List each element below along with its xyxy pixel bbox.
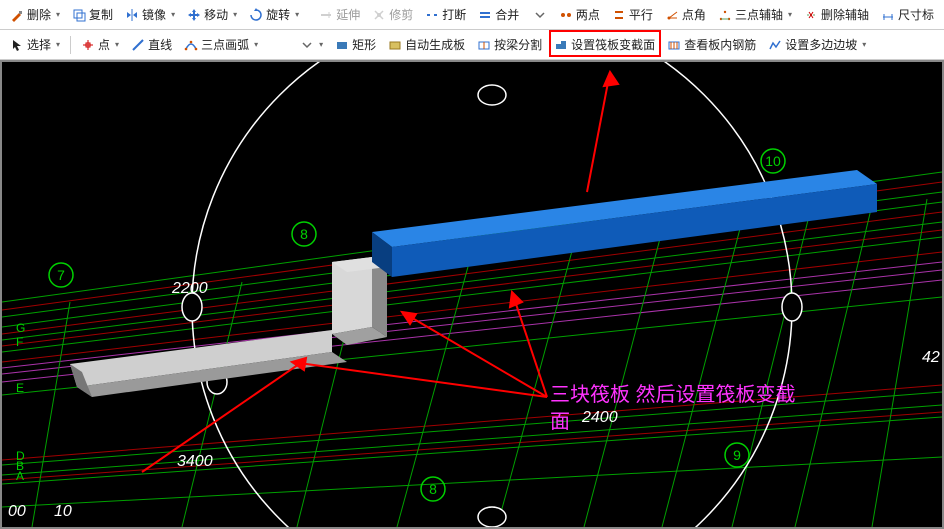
- toolbar-label: 修剪: [389, 6, 413, 23]
- dropdown-caret-icon: ▾: [254, 40, 258, 49]
- toolbar-ptangle[interactable]: 点角: [659, 4, 712, 25]
- toolbar-label: 尺寸标: [898, 6, 934, 23]
- dropdown-caret-icon: ▾: [56, 10, 60, 19]
- drawing-canvas[interactable]: 7 8 10 9 8 2200 3400 2400 42 00 10 GFEDB…: [0, 60, 944, 529]
- toolbar-extend[interactable]: 延伸: [313, 4, 366, 25]
- toolbar-label: 复制: [89, 6, 113, 23]
- grid-bubble-8b: 8: [429, 481, 437, 497]
- toolbar-label: 合并: [495, 6, 519, 23]
- toolbar-arc3[interactable]: 三点画弧 ▾: [178, 34, 264, 55]
- toolbar-label: 两点: [576, 6, 600, 23]
- axis-label-G: G: [16, 321, 25, 335]
- toolbar-delaux[interactable]: 删除辅轴: [798, 4, 875, 25]
- toolbar-label: 旋转: [266, 6, 290, 23]
- toolbar-label: 删除: [27, 6, 51, 23]
- toolbar-dim[interactable]: 尺寸标: [875, 4, 940, 25]
- toolbar-parallel[interactable]: 平行: [606, 4, 659, 25]
- toolbar-select[interactable]: 选择 ▾: [4, 34, 66, 55]
- toolbar-threept[interactable]: 三点辅轴 ▾: [712, 4, 798, 25]
- toolbar-multislope[interactable]: 设置多边边坡 ▾: [762, 34, 872, 55]
- toolbar-mirror[interactable]: 镜像 ▾: [119, 4, 181, 25]
- toolbar-trim[interactable]: 修剪: [366, 4, 419, 25]
- toolbar-label: 设置筏板变截面: [571, 36, 655, 53]
- toolbar-label: 查看板内钢筋: [684, 36, 756, 53]
- dim-2200: 2200: [171, 280, 208, 297]
- toolbar-autoboard[interactable]: 自动生成板: [382, 34, 471, 55]
- toolbar-beamsplit[interactable]: 按梁分割: [471, 34, 548, 55]
- toolbar-label: 移动: [204, 6, 228, 23]
- toolbar-rotate[interactable]: 旋转 ▾: [243, 4, 305, 25]
- toolbar-chev[interactable]: [527, 6, 553, 24]
- dropdown-caret-icon: ▾: [171, 10, 175, 19]
- toolbar-more[interactable]: ▾: [294, 36, 329, 54]
- dropdown-caret-icon: ▾: [319, 40, 323, 49]
- toolbar-row-1: 删除 ▾ 复制 镜像 ▾ 移动 ▾ 旋转 ▾ 延伸 修剪 打断 合并 两点 平行 点角 三点辅轴 ▾ 删除辅轴 尺寸标: [0, 0, 944, 30]
- grid-bubble-10: 10: [765, 153, 781, 169]
- toolbar-brush[interactable]: 删除 ▾: [4, 4, 66, 25]
- dropdown-caret-icon: ▾: [233, 10, 237, 19]
- toolbar-viewrebar[interactable]: 查看板内钢筋: [661, 34, 762, 55]
- dropdown-caret-icon: ▾: [115, 40, 119, 49]
- dim-3400: 3400: [177, 453, 213, 470]
- toolbar-label: 按梁分割: [494, 36, 542, 53]
- toolbar-label: 选择: [27, 36, 51, 53]
- dropdown-caret-icon: ▾: [56, 40, 60, 49]
- toolbar-line[interactable]: 直线: [125, 34, 178, 55]
- dim-10: 10: [54, 503, 72, 520]
- toolbar-rect[interactable]: 矩形: [329, 34, 382, 55]
- dim-2400: 2400: [581, 409, 618, 426]
- toolbar-row-2: 选择▾点▾直线三点画弧▾▾矩形自动生成板按梁分割设置筏板变截面查看板内钢筋设置多…: [0, 30, 944, 60]
- dim-42: 42: [922, 349, 940, 366]
- toolbar-copy[interactable]: 复制: [66, 4, 119, 25]
- toolbar-label: 矩形: [352, 36, 376, 53]
- dropdown-caret-icon: ▾: [788, 10, 792, 19]
- toolbar-label: 三点画弧: [201, 36, 249, 53]
- toolbar-merge[interactable]: 合并: [472, 4, 525, 25]
- grid-bubble-7: 7: [57, 267, 65, 283]
- toolbar-raftsection[interactable]: 设置筏板变截面: [548, 34, 661, 55]
- axis-label-E: E: [16, 381, 24, 395]
- dropdown-caret-icon: ▾: [295, 10, 299, 19]
- dim-00: 00: [8, 503, 26, 520]
- toolbar-label: 三点辅轴: [735, 6, 783, 23]
- toolbar-label: 直线: [148, 36, 172, 53]
- toolbar-label: 设置多边边坡: [785, 36, 857, 53]
- toolbar-label: 打断: [442, 6, 466, 23]
- toolbar-label: 点角: [682, 6, 706, 23]
- toolbar-label: 镜像: [142, 6, 166, 23]
- toolbar-point[interactable]: 点▾: [75, 34, 125, 55]
- toolbar-label: 延伸: [336, 6, 360, 23]
- toolbar-label: 点: [98, 36, 110, 53]
- toolbar-label: 平行: [629, 6, 653, 23]
- axis-label-F: F: [16, 335, 23, 349]
- grid-bubble-8a: 8: [300, 226, 308, 242]
- toolbar-label: 自动生成板: [405, 36, 465, 53]
- toolbar-break[interactable]: 打断: [419, 4, 472, 25]
- toolbar-label: 删除辅轴: [821, 6, 869, 23]
- toolbar-twopt[interactable]: 两点: [553, 4, 606, 25]
- axis-label-A: A: [16, 469, 24, 483]
- toolbar-move[interactable]: 移动 ▾: [181, 4, 243, 25]
- grid-bubble-9: 9: [733, 447, 741, 463]
- dropdown-caret-icon: ▾: [862, 40, 866, 49]
